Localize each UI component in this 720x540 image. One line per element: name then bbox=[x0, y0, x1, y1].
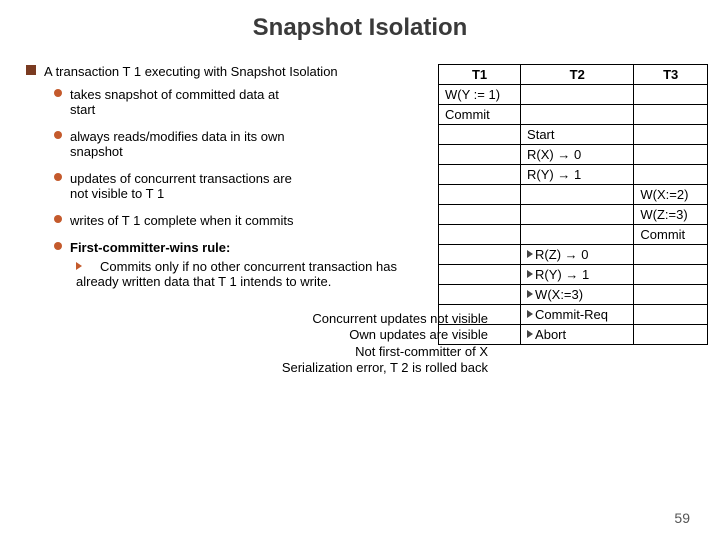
slide-content: A transaction T 1 executing with Snapsho… bbox=[0, 64, 720, 376]
cell bbox=[634, 265, 708, 285]
cell-text: R(Y) → 1 bbox=[535, 267, 589, 282]
cell bbox=[634, 105, 708, 125]
cell bbox=[634, 85, 708, 105]
cell bbox=[521, 225, 634, 245]
cell bbox=[634, 165, 708, 185]
arrow-icon bbox=[527, 330, 533, 338]
sub-bullet: updates of concurrent transactions are n… bbox=[54, 171, 428, 201]
sub-text-cont: not visible to T 1 bbox=[54, 186, 428, 201]
cell: Commit-Req bbox=[521, 305, 634, 325]
callout-line: Own updates are visible bbox=[86, 327, 488, 343]
dot-bullet-icon bbox=[54, 131, 62, 139]
table-row: W(Y := 1) bbox=[439, 85, 708, 105]
col-header: T1 bbox=[439, 65, 521, 85]
col-header: T2 bbox=[521, 65, 634, 85]
sub-bullet: takes snapshot of committed data at star… bbox=[54, 87, 428, 117]
slide-title: Snapshot Isolation bbox=[0, 0, 720, 64]
cell-text: Abort bbox=[535, 327, 566, 342]
cell bbox=[634, 145, 708, 165]
cell: Commit bbox=[634, 225, 708, 245]
nested-text: Commits only if no other concurrent tran… bbox=[76, 259, 397, 289]
sub-text: writes of T 1 complete when it commits bbox=[70, 213, 294, 228]
table-row: Start bbox=[439, 125, 708, 145]
cell: W(X:=3) bbox=[521, 285, 634, 305]
cell: R(Y) → 1 bbox=[521, 165, 634, 185]
left-column: A transaction T 1 executing with Snapsho… bbox=[26, 64, 438, 376]
cell bbox=[439, 125, 521, 145]
sub-bullet: First-committer-wins rule: Commits only … bbox=[54, 240, 428, 289]
cell: Commit bbox=[439, 105, 521, 125]
arrow-icon bbox=[527, 310, 533, 318]
arrow-icon bbox=[527, 250, 533, 258]
cell bbox=[439, 165, 521, 185]
cell bbox=[634, 305, 708, 325]
square-bullet-icon bbox=[26, 65, 36, 75]
sub-text-cont: snapshot bbox=[54, 144, 428, 159]
cell bbox=[439, 205, 521, 225]
sub-text: takes snapshot of committed data at bbox=[70, 87, 279, 102]
cell bbox=[439, 245, 521, 265]
cell bbox=[521, 85, 634, 105]
table-row: Commit bbox=[439, 225, 708, 245]
sub-bullet: writes of T 1 complete when it commits bbox=[54, 213, 428, 228]
triangle-bullet-icon bbox=[76, 262, 82, 270]
sub-text-cont: start bbox=[54, 102, 428, 117]
table-row: R(X) → 0 bbox=[439, 145, 708, 165]
col-header: T3 bbox=[634, 65, 708, 85]
table-row: W(X:=2) bbox=[439, 185, 708, 205]
cell-text: Commit-Req bbox=[535, 307, 608, 322]
cell: R(X) → 0 bbox=[521, 145, 634, 165]
sub-text: updates of concurrent transactions are bbox=[70, 171, 292, 186]
table-row: W(X:=3) bbox=[439, 285, 708, 305]
table-row: W(Z:=3) bbox=[439, 205, 708, 225]
dot-bullet-icon bbox=[54, 215, 62, 223]
table-row: R(Y) → 1 bbox=[439, 265, 708, 285]
nested-bullet: Commits only if no other concurrent tran… bbox=[54, 259, 428, 289]
cell-text: W(X:=3) bbox=[535, 287, 583, 302]
sub-bullet-list: takes snapshot of committed data at star… bbox=[26, 87, 428, 289]
cell: W(Z:=3) bbox=[634, 205, 708, 225]
callout-line: Not first-committer of X bbox=[86, 344, 488, 360]
cell bbox=[439, 265, 521, 285]
table-header-row: T1 T2 T3 bbox=[439, 65, 708, 85]
dot-bullet-icon bbox=[54, 89, 62, 97]
cell bbox=[634, 285, 708, 305]
cell-text: R(Z) → 0 bbox=[535, 247, 588, 262]
transaction-table: T1 T2 T3 W(Y := 1) Commit Start R(X) → 0… bbox=[438, 64, 708, 345]
callout-line: Serialization error, T 2 is rolled back bbox=[86, 360, 488, 376]
table-row: R(Z) → 0 bbox=[439, 245, 708, 265]
cell bbox=[439, 285, 521, 305]
arrow-icon bbox=[527, 270, 533, 278]
cell bbox=[521, 105, 634, 125]
cell bbox=[439, 185, 521, 205]
main-bullet-text: A transaction T 1 executing with Snapsho… bbox=[44, 64, 338, 79]
cell bbox=[634, 325, 708, 345]
dot-bullet-icon bbox=[54, 173, 62, 181]
main-bullet: A transaction T 1 executing with Snapsho… bbox=[26, 64, 428, 79]
page-number: 59 bbox=[674, 510, 690, 526]
cell bbox=[521, 205, 634, 225]
callout-block: Concurrent updates not visible Own updat… bbox=[86, 311, 488, 376]
cell: Abort bbox=[521, 325, 634, 345]
sub-text: First-committer-wins rule: bbox=[70, 240, 230, 255]
cell: W(Y := 1) bbox=[439, 85, 521, 105]
table-row: R(Y) → 1 bbox=[439, 165, 708, 185]
cell bbox=[439, 145, 521, 165]
dot-bullet-icon bbox=[54, 242, 62, 250]
table-row: Commit bbox=[439, 105, 708, 125]
callout-line: Concurrent updates not visible bbox=[86, 311, 488, 327]
cell: R(Y) → 1 bbox=[521, 265, 634, 285]
cell: W(X:=2) bbox=[634, 185, 708, 205]
sub-text: always reads/modifies data in its own bbox=[70, 129, 285, 144]
cell bbox=[634, 245, 708, 265]
cell: Start bbox=[521, 125, 634, 145]
arrow-icon bbox=[527, 290, 533, 298]
cell: R(Z) → 0 bbox=[521, 245, 634, 265]
cell bbox=[521, 185, 634, 205]
cell bbox=[634, 125, 708, 145]
sub-bullet: always reads/modifies data in its own sn… bbox=[54, 129, 428, 159]
cell bbox=[439, 225, 521, 245]
